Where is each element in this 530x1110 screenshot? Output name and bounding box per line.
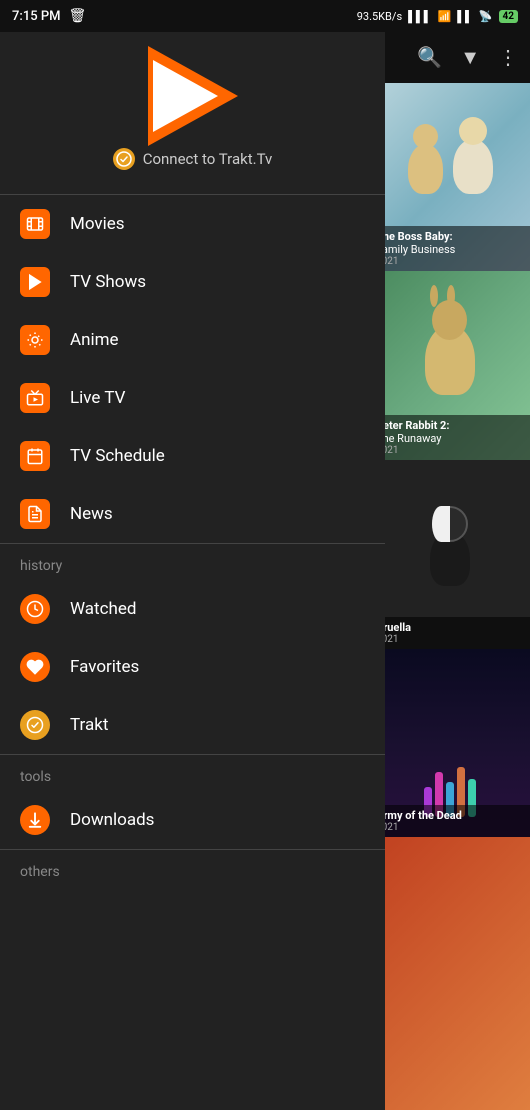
main-layout: 🔍 ▼ ⋮ The Boss Baby: Family Bu (0, 32, 530, 1110)
anime-icon (20, 325, 50, 355)
nav-list: Movies TV Shows Anime (0, 195, 385, 1110)
trakt-connect-label: Connect to Trakt.Tv (143, 150, 273, 168)
watched-label: Watched (70, 599, 136, 619)
trakt-connect-button[interactable]: Connect to Trakt.Tv (113, 144, 273, 178)
anime-label: Anime (70, 330, 119, 350)
signal-bars-icon: ▌▌▌ (408, 10, 431, 23)
movie-card-1[interactable]: The Boss Baby: Family Business 2021 (370, 83, 530, 272)
bg-header: 🔍 ▼ ⋮ (370, 32, 530, 83)
others-section-header: others (0, 850, 385, 886)
trakt-nav-icon (20, 710, 50, 740)
nav-item-anime[interactable]: Anime (0, 311, 385, 369)
nav-item-movies[interactable]: Movies (0, 195, 385, 253)
wifi-icon-2: 📡 (479, 10, 493, 23)
nav-item-news[interactable]: News (0, 485, 385, 543)
trakt-logo-icon (113, 148, 135, 170)
news-label: News (70, 504, 113, 524)
movie-card-5[interactable] (370, 837, 530, 1110)
app-logo-area: Connect to Trakt.Tv (0, 32, 385, 194)
news-icon (20, 499, 50, 529)
trakt-label: Trakt (70, 715, 108, 735)
history-section-header: history (0, 544, 385, 580)
livetv-label: Live TV (70, 388, 125, 408)
livetv-icon (20, 383, 50, 413)
movie-card-4[interactable]: Army of the Dead 2021 (370, 649, 530, 838)
downloads-label: Downloads (70, 810, 154, 830)
navigation-drawer: Connect to Trakt.Tv (0, 32, 385, 1110)
downloads-icon (20, 805, 50, 835)
search-icon[interactable]: 🔍 (417, 45, 442, 69)
nav-item-tvschedule[interactable]: TV Schedule (0, 427, 385, 485)
nav-item-watched[interactable]: Watched (0, 580, 385, 638)
nav-item-livetv[interactable]: Live TV (0, 369, 385, 427)
signal-icon-2: ▌▌ (457, 10, 473, 23)
tools-section-header: tools (0, 755, 385, 791)
favorites-icon (20, 652, 50, 682)
battery-indicator: 42 (499, 10, 518, 23)
status-bar: 7:15 PM 🗑 93.5KB/s ▌▌▌ 📶 ▌▌ 📡 42 (0, 0, 530, 32)
movie-card-3[interactable]: Cruella 2021 (370, 460, 530, 649)
status-time: 7:15 PM (12, 9, 61, 24)
nav-item-favorites[interactable]: Favorites (0, 638, 385, 696)
wifi-icon: 📶 (438, 10, 452, 23)
tvschedule-icon (20, 441, 50, 471)
network-speed: 93.5KB/s (357, 10, 402, 23)
trash-icon: 🗑 (69, 8, 87, 24)
nav-item-downloads[interactable]: Downloads (0, 791, 385, 849)
app-logo (143, 56, 243, 136)
movies-icon (20, 209, 50, 239)
background-content: 🔍 ▼ ⋮ The Boss Baby: Family Bu (370, 32, 530, 1110)
favorites-label: Favorites (70, 657, 139, 677)
tvschedule-label: TV Schedule (70, 446, 165, 466)
tvshows-label: TV Shows (70, 272, 146, 292)
movies-label: Movies (70, 214, 125, 234)
filter-icon[interactable]: ▼ (460, 45, 480, 70)
watched-icon (20, 594, 50, 624)
nav-item-tvshows[interactable]: TV Shows (0, 253, 385, 311)
movie-card-2[interactable]: Peter Rabbit 2: The Runaway 2021 (370, 271, 530, 460)
tvshows-icon (20, 267, 50, 297)
nav-item-trakt[interactable]: Trakt (0, 696, 385, 754)
logo-inner-triangle (153, 60, 218, 132)
more-icon[interactable]: ⋮ (498, 45, 518, 69)
